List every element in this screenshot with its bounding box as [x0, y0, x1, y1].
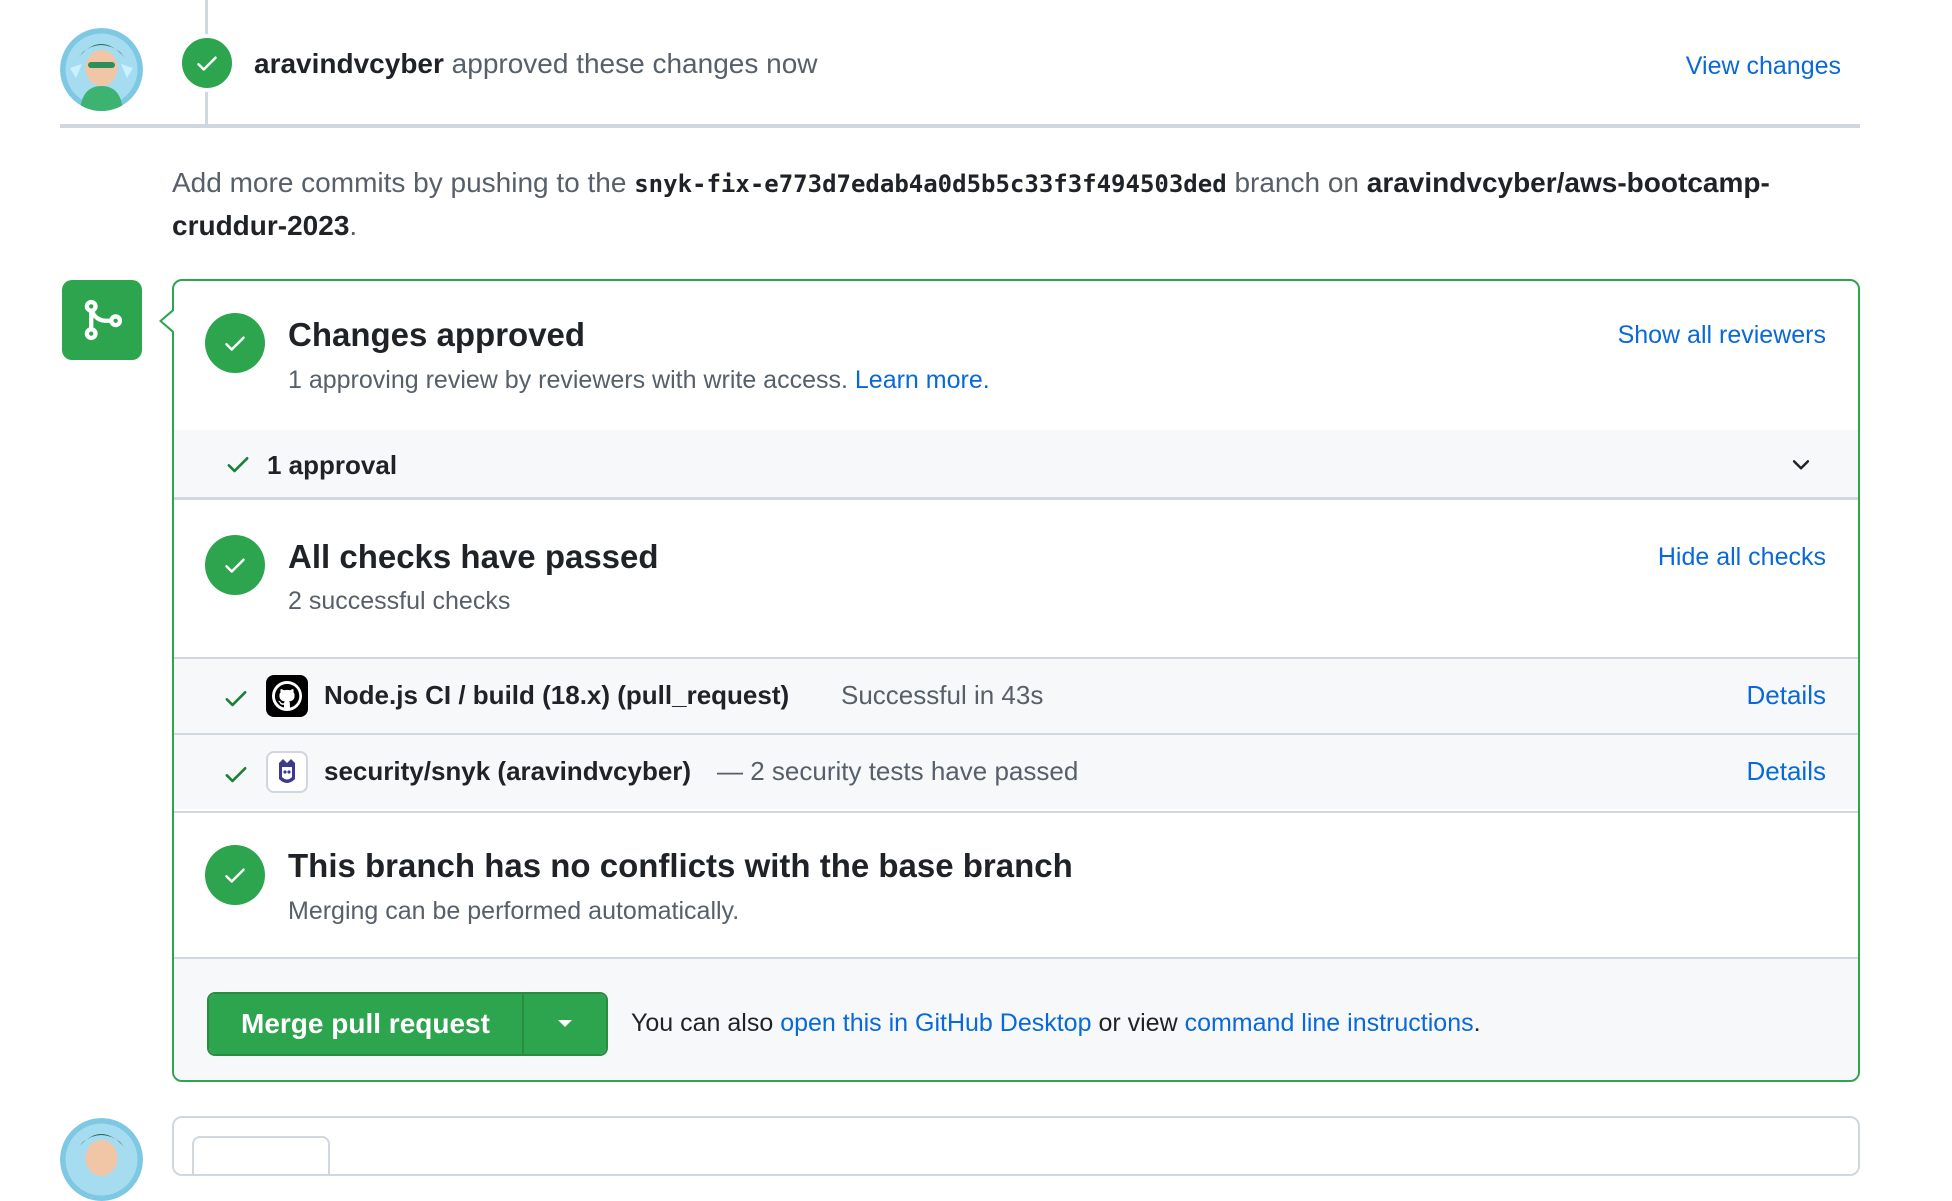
- check-name: Node.js CI / build (18.x) (pull_request): [324, 680, 790, 710]
- approval-subtitle: 1 approving review by reviewers with wri…: [288, 366, 990, 395]
- show-all-reviewers-link[interactable]: Show all reviewers: [1618, 321, 1826, 350]
- check-icon: [225, 868, 245, 883]
- write-tab[interactable]: [192, 1136, 330, 1176]
- comment-box: [172, 1116, 1860, 1176]
- approval-section: Changes approved 1 approving review by r…: [174, 281, 1858, 430]
- review-author-link[interactable]: aravindvcyber: [254, 48, 444, 79]
- checks-subtitle: 2 successful checks: [288, 587, 511, 615]
- check-details-link[interactable]: Details: [1747, 680, 1826, 711]
- approved-badge: [178, 34, 236, 92]
- command-line-instructions-link[interactable]: command line instructions: [1185, 1009, 1474, 1037]
- footer-text-prefix: You can also: [631, 1009, 774, 1037]
- conflicts-status-icon: [205, 845, 265, 905]
- conflicts-title: This branch has no conflicts with the ba…: [288, 847, 1073, 884]
- check-icon: [225, 767, 247, 783]
- approval-count-label: 1 approval: [267, 450, 398, 480]
- checks-section: All checks have passed 2 successful chec…: [174, 503, 1858, 652]
- check-row: security/snyk (aravindvcyber) — 2 securi…: [174, 733, 1858, 809]
- git-merge-status-icon: [62, 280, 142, 360]
- timeline-separator: [60, 124, 1860, 128]
- approval-subtitle-text: 1 approving review by reviewers with wri…: [288, 366, 848, 394]
- check-description: — 2 security tests have passed: [717, 756, 1079, 786]
- box-pointer-inner: [162, 310, 175, 332]
- hide-all-checks-link[interactable]: Hide all checks: [1658, 543, 1826, 572]
- conflicts-subtitle: Merging can be performed automatically.: [288, 897, 740, 925]
- check-row: Node.js CI / build (18.x) (pull_request)…: [174, 657, 1858, 733]
- branch-name: snyk-fix-e773d7edab4a0d5b5c33f3f494503de…: [634, 170, 1227, 198]
- chevron-down-icon[interactable]: [1788, 452, 1814, 478]
- check-details-link[interactable]: Details: [1747, 756, 1826, 787]
- view-changes-link[interactable]: View changes: [1686, 52, 1841, 81]
- check-icon: [225, 691, 247, 707]
- snyk-logo-icon: [266, 751, 308, 793]
- merge-pull-request-button[interactable]: Merge pull request: [209, 994, 524, 1054]
- caret-down-icon: [557, 1020, 572, 1027]
- info-prefix: Add more commits by pushing to the: [172, 167, 627, 198]
- learn-more-link[interactable]: Learn more.: [855, 366, 990, 394]
- review-event-text: aravindvcyber approved these changes now: [254, 48, 818, 80]
- avatar-image: [60, 1118, 143, 1201]
- avatar-image: [60, 28, 143, 111]
- avatar[interactable]: [60, 28, 143, 111]
- check-description: Successful in 43s: [841, 680, 1044, 710]
- conflicts-section: This branch has no conflicts with the ba…: [174, 811, 1858, 957]
- check-name: security/snyk (aravindvcyber): [324, 756, 692, 786]
- merge-box: Changes approved 1 approving review by r…: [172, 279, 1860, 1082]
- review-action-text: approved these changes now: [451, 48, 818, 79]
- git-merge-icon: [84, 299, 123, 341]
- footer-text-middle: or view: [1098, 1009, 1178, 1037]
- info-middle: branch on: [1234, 167, 1359, 198]
- checks-title: All checks have passed: [288, 538, 659, 575]
- checks-status-icon: [205, 535, 265, 595]
- github-mark-icon: [266, 675, 308, 717]
- info-suffix: .: [349, 210, 358, 241]
- approval-title: Changes approved: [288, 316, 586, 353]
- merge-footer: Merge pull request You can also open thi…: [174, 957, 1858, 1080]
- github-desktop-link[interactable]: open this in GitHub Desktop: [780, 1009, 1091, 1037]
- merge-method-dropdown[interactable]: [523, 994, 606, 1054]
- approval-count-row[interactable]: 1 approval: [174, 430, 1858, 500]
- check-icon: [225, 558, 245, 573]
- merge-footer-text: You can also open this in GitHub Desktop…: [631, 1009, 1481, 1038]
- push-commits-info: Add more commits by pushing to the snyk-…: [172, 162, 1832, 247]
- footer-text-suffix: .: [1473, 1009, 1481, 1037]
- check-icon: [197, 56, 217, 71]
- check-icon: [225, 336, 245, 351]
- merge-button-group: Merge pull request: [207, 992, 608, 1056]
- avatar[interactable]: [60, 1118, 143, 1201]
- approval-status-icon: [205, 313, 265, 373]
- check-icon: [227, 457, 249, 473]
